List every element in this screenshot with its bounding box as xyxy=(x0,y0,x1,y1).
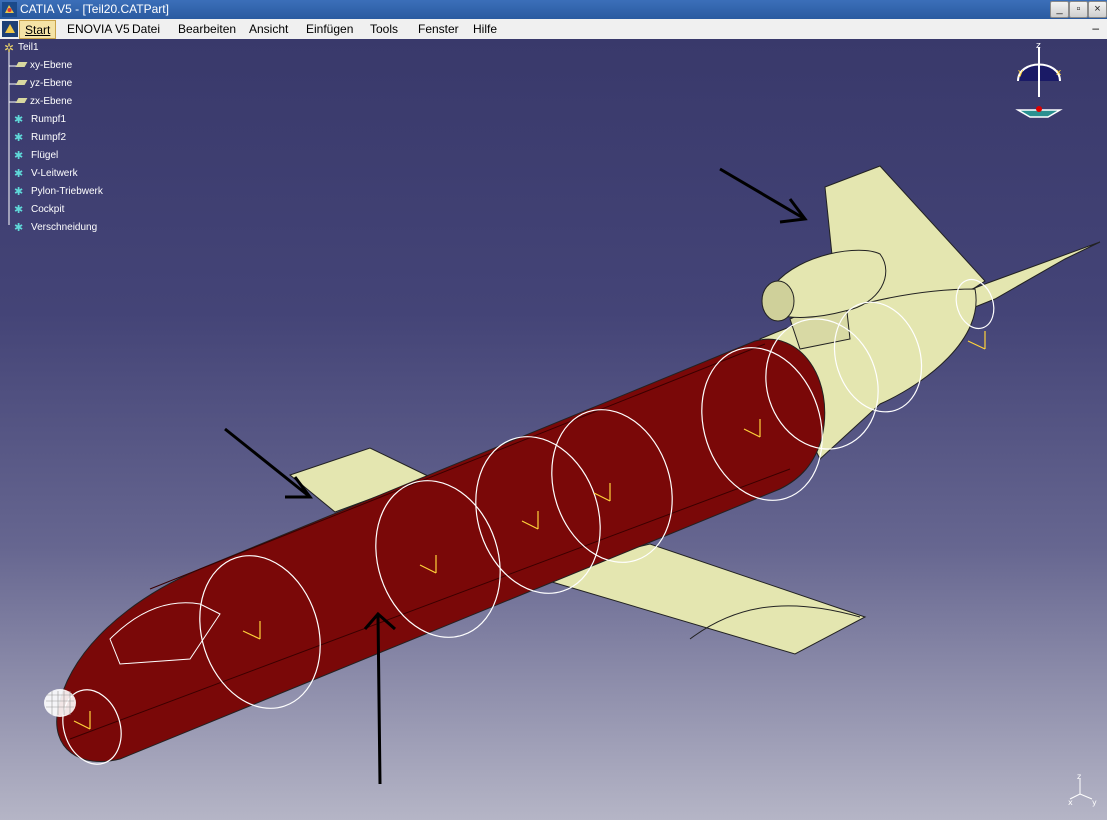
menu-hilfe[interactable]: Hilfe xyxy=(473,22,497,36)
menu-fenster[interactable]: Fenster xyxy=(418,22,459,36)
compass-axis-x: x xyxy=(1056,68,1062,78)
body-icon: ✱ xyxy=(14,222,24,234)
nose-grid xyxy=(44,689,76,717)
body-icon: ✱ xyxy=(14,150,24,162)
maximize-button[interactable]: ▫ xyxy=(1069,1,1088,18)
3d-viewport[interactable]: ✲ Teil1 xy-Ebene yz-Ebene zx-Ebene ✱ Rum… xyxy=(0,39,1107,820)
menu-bearbeiten[interactable]: Bearbeiten xyxy=(178,22,236,36)
menu-einfuegen[interactable]: Einfügen xyxy=(306,22,353,36)
catia-app-icon[interactable] xyxy=(2,2,17,17)
menu-enovia[interactable]: ENOVIA V5 xyxy=(67,22,130,36)
body-icon: ✱ xyxy=(14,168,24,180)
menu-ansicht[interactable]: Ansicht xyxy=(249,22,288,36)
catia-logo-icon[interactable] xyxy=(2,21,18,37)
body-icon: ✱ xyxy=(14,114,24,126)
compass-axis-z: z xyxy=(1036,41,1041,51)
menu-start[interactable]: Start xyxy=(19,20,56,39)
document-restore-icon[interactable]: – xyxy=(1092,21,1099,35)
menu-datei[interactable]: Datei xyxy=(132,22,160,36)
menu-tools[interactable]: Tools xyxy=(370,22,398,36)
part-gear-icon: ✲ xyxy=(4,41,15,55)
specification-tree: ✲ Teil1 xy-Ebene yz-Ebene zx-Ebene ✱ Rum… xyxy=(0,39,200,239)
body-icon: ✱ xyxy=(14,132,24,144)
body-icon: ✱ xyxy=(14,186,24,198)
menu-bar: Start ENOVIA V5 Datei Bearbeiten Ansicht… xyxy=(0,19,1107,40)
compass-axis-y: y xyxy=(1018,68,1024,78)
body-icon: ✱ xyxy=(14,204,24,216)
fuselage[interactable] xyxy=(56,338,826,763)
plane-icon xyxy=(15,80,28,85)
close-button[interactable]: × xyxy=(1088,1,1107,18)
plane-icon xyxy=(15,98,28,103)
title-bar: CATIA V5 - [Teil20.CATPart] _ ▫ × xyxy=(0,0,1107,19)
plane-icon xyxy=(15,62,28,67)
window-title: CATIA V5 - [Teil20.CATPart] xyxy=(20,2,169,16)
minimize-button[interactable]: _ xyxy=(1050,1,1069,18)
